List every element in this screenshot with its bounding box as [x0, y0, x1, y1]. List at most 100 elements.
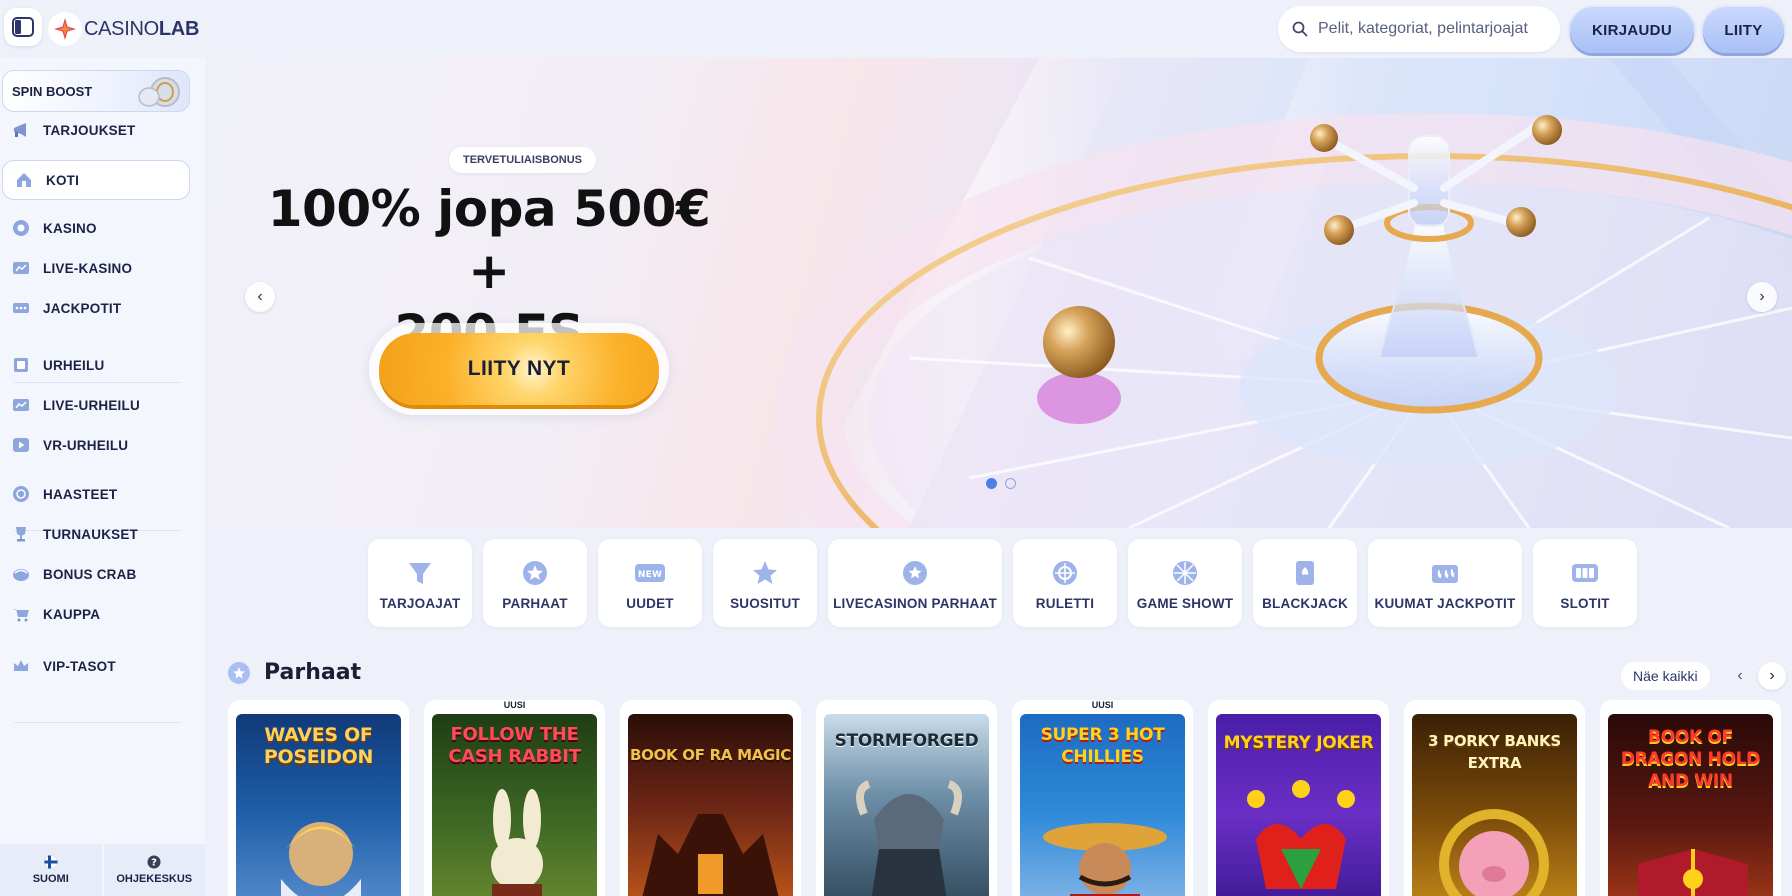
games-next-button[interactable]: › — [1758, 662, 1786, 690]
language-selector[interactable]: SUOMI — [0, 844, 102, 896]
spin-boost-label: SPIN BOOST — [12, 83, 93, 99]
game-title: BOOK OF DRAGON HOLD AND WIN — [1620, 727, 1761, 791]
join-now-button[interactable]: LIITY NYT — [379, 333, 659, 405]
spin-boost-banner[interactable]: SPIN BOOST — [2, 70, 190, 112]
sidebar-item-vip-tasot[interactable]: VIP-TASOT — [0, 646, 190, 686]
coins-icon — [138, 77, 180, 107]
svg-text:NEW: NEW — [638, 570, 662, 580]
sidebar-item-jackpotit[interactable]: JACKPOTIT — [0, 288, 190, 328]
category-game-showt[interactable]: GAME SHOWT — [1128, 539, 1242, 627]
sidebar-item-vr-urheilu[interactable]: VR-URHEILU — [0, 425, 190, 465]
new-badge: UUSI — [1091, 700, 1114, 710]
help-label: OHJEKESKUS — [116, 873, 193, 885]
game-title: BOOK OF RA MAGIC — [629, 746, 792, 764]
sidebar-item-label: LIVE-KASINO — [43, 260, 133, 276]
game-title: STORMFORGED — [834, 731, 979, 751]
roulette-illustration — [774, 58, 1792, 528]
category-label: UUDET — [626, 595, 674, 611]
logo[interactable]: CASINOLAB — [48, 8, 199, 50]
hero-dot[interactable] — [986, 478, 997, 489]
game-title: 3 PORKY BANKS EXTRA — [1428, 732, 1561, 772]
see-all-link[interactable]: Näe kaikki — [1621, 662, 1710, 690]
game-card[interactable]: UUSI FOLLOW THE CASH RABBIT — [424, 700, 605, 896]
category-label: BLACKJACK — [1262, 595, 1348, 611]
games-carousel: WAVES OF POSEIDON UUSI FOLLOW THE CASH R… — [228, 700, 1792, 896]
category-livecasinon-parhaat[interactable]: LIVECASINON PARHAAT — [828, 539, 1002, 627]
search-box[interactable] — [1278, 6, 1560, 52]
category-tarjoajat[interactable]: TARJOAJAT — [368, 539, 472, 627]
category-label: RULETTI — [1035, 595, 1095, 611]
hero-dot[interactable] — [1005, 478, 1016, 489]
sidebar-item-label: HAASTEET — [43, 486, 118, 502]
game-card[interactable]: 3 PORKY BANKS EXTRA — [1404, 700, 1585, 896]
game-thumbnail: FOLLOW THE CASH RABBIT — [432, 714, 597, 896]
category-parhaat[interactable]: PARHAAT — [483, 539, 587, 627]
sidebar-item-label: BONUS CRAB — [43, 566, 137, 582]
poseidon-art — [281, 822, 361, 896]
game-card[interactable]: WAVES OF POSEIDON — [228, 700, 409, 896]
chevron-left-icon: ‹ — [257, 288, 263, 305]
game-title: WAVES OF POSEIDON — [263, 724, 374, 768]
category-suositut[interactable]: SUOSITUT — [713, 539, 817, 627]
login-button[interactable]: KIRJAUDU — [1570, 7, 1694, 53]
category-kuumat-jackpotit[interactable]: KUUMAT JACKPOTIT — [1368, 539, 1522, 627]
game-card[interactable]: BOOK OF RA MAGIC — [620, 700, 801, 896]
crown-icon — [12, 657, 30, 675]
chevron-right-icon: › — [1769, 667, 1775, 684]
rabbit-art — [491, 789, 543, 896]
category-label: GAME SHOWT — [1136, 595, 1234, 611]
home-icon — [15, 171, 33, 189]
search-input[interactable] — [1318, 20, 1548, 38]
cart-icon — [12, 605, 30, 623]
hero-next-button[interactable]: › — [1747, 282, 1777, 312]
sidebar-item-koti[interactable]: KOTI — [2, 160, 190, 200]
sidebar-item-label: KOTI — [46, 172, 80, 188]
new-icon: NEW — [633, 556, 667, 590]
claw-icon — [12, 565, 30, 583]
sidebar-item-urheilu[interactable]: URHEILU — [0, 345, 190, 385]
game-card[interactable]: UUSI SUPER 3 HOT CHILLIES — [1012, 700, 1193, 896]
sidebar-item-kauppa[interactable]: KAUPPA — [0, 594, 190, 634]
category-blackjack[interactable]: BLACKJACK — [1253, 539, 1357, 627]
category-uudet[interactable]: NEW UUDET — [598, 539, 702, 627]
category-ruletti[interactable]: RULETTI — [1013, 539, 1117, 627]
sidebar-footer: SUOMI ? OHJEKESKUS — [0, 844, 205, 896]
sidebar-item-live-kasino[interactable]: LIVE-KASINO — [0, 248, 190, 288]
temple-art — [642, 814, 779, 896]
funnel-icon — [403, 556, 437, 590]
logo-star-icon — [48, 12, 82, 46]
sidebar-item-label: TARJOUKSET — [43, 122, 136, 138]
game-card[interactable]: MYSTERY JOKER — [1208, 700, 1389, 896]
game-thumbnail: 3 PORKY BANKS EXTRA — [1412, 714, 1577, 896]
hero-prev-button[interactable]: ‹ — [245, 282, 275, 312]
games-prev-button[interactable]: ‹ — [1726, 662, 1754, 690]
sidebar-item-turnaukset[interactable]: TURNAUKSET — [0, 514, 190, 554]
sidebar-item-bonus-crab[interactable]: BONUS CRAB — [0, 554, 190, 594]
hero-cta-frame: LIITY NYT — [369, 323, 669, 415]
live-star-icon — [898, 556, 932, 590]
sidebar-toggle-button[interactable] — [4, 8, 42, 46]
category-chips: TARJOAJAT PARHAAT NEW UUDET SUOSITUT LIV… — [368, 539, 1637, 627]
play-icon — [12, 436, 30, 454]
game-card[interactable]: STORMFORGED — [816, 700, 997, 896]
joker-art — [1247, 780, 1355, 889]
sidebar-item-kasino[interactable]: KASINO — [0, 208, 190, 248]
game-title: MYSTERY JOKER — [1223, 733, 1374, 753]
live-icon — [12, 259, 30, 277]
challenge-icon — [12, 485, 30, 503]
trophy-icon — [12, 525, 30, 543]
sidebar-item-haasteet[interactable]: HAASTEET — [0, 474, 190, 514]
game-card[interactable]: BOOK OF DRAGON HOLD AND WIN — [1600, 700, 1781, 896]
section-title: Parhaat — [264, 660, 362, 685]
help-center-link[interactable]: ? OHJEKESKUS — [103, 844, 205, 896]
join-button[interactable]: LIITY — [1703, 7, 1784, 53]
category-slotit[interactable]: SLOTIT — [1533, 539, 1637, 627]
category-label: KUUMAT JACKPOTIT — [1374, 595, 1516, 611]
sidebar-item-label: KASINO — [43, 220, 97, 236]
sidebar-item-live-urheilu[interactable]: LIVE-URHEILU — [0, 385, 190, 425]
sidebar-divider — [14, 722, 182, 723]
jackpot-icon — [12, 299, 30, 317]
hero-banner[interactable]: TERVETULIAISBONUS 100% jopa 500€ + 200 F… — [209, 58, 1792, 528]
game-thumbnail: STORMFORGED — [824, 714, 989, 896]
sidebar-item-tarjoukset[interactable]: TARJOUKSET — [0, 110, 190, 150]
